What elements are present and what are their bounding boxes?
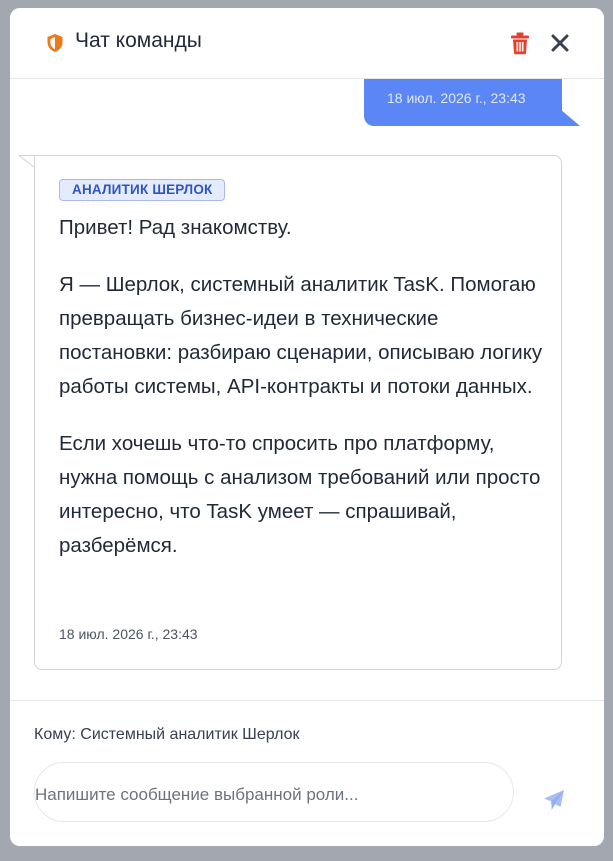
message-input[interactable] xyxy=(34,762,514,822)
messages-area[interactable]: 18 июл. 2026 г., 23:43 АНАЛИТИК ШЕРЛОК П… xyxy=(10,79,604,701)
outgoing-message-timestamp: 18 июл. 2026 г., 23:43 xyxy=(387,90,526,106)
composer: Кому: Системный аналитик Шерлок xyxy=(10,700,604,846)
message-text: Привет! Рад знакомству. Я — Шерлок, сист… xyxy=(59,211,549,586)
close-icon[interactable] xyxy=(549,32,571,54)
chat-title: Чат команды xyxy=(75,29,202,52)
shield-icon xyxy=(47,34,63,52)
recipient-label: Кому: Системный аналитик Шерлок xyxy=(34,726,300,743)
outgoing-message-tail xyxy=(560,109,580,126)
message-paragraph: Я — Шерлок, системный аналитик TasK. Пом… xyxy=(59,273,543,398)
message-paragraph: Если хочешь что-то спросить про платформ… xyxy=(59,432,541,557)
message-paragraph: Привет! Рад знакомству. xyxy=(59,216,292,239)
incoming-message: АНАЛИТИК ШЕРЛОК Привет! Рад знакомству. … xyxy=(34,155,562,670)
role-badge: АНАЛИТИК ШЕРЛОК xyxy=(59,179,226,201)
trash-icon[interactable] xyxy=(509,31,531,55)
team-chat-window: Чат команды 18 июл. 2026 г., 23:43 АНАЛИ… xyxy=(10,8,604,846)
chat-header: Чат команды xyxy=(10,8,604,79)
incoming-message-timestamp: 18 июл. 2026 г., 23:43 xyxy=(59,626,198,642)
send-icon[interactable] xyxy=(543,789,565,811)
